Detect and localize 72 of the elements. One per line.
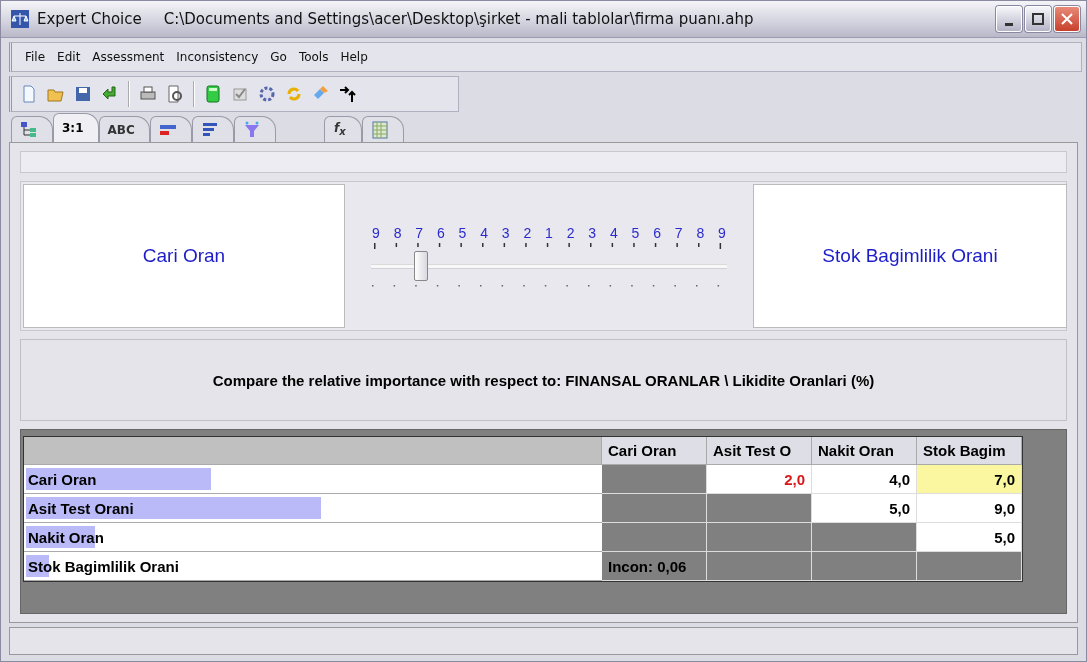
new-file-icon bbox=[20, 85, 38, 103]
value-cell[interactable]: 4,0 bbox=[812, 465, 917, 494]
menu-item[interactable]: Assessment bbox=[87, 48, 170, 66]
close-icon bbox=[1061, 13, 1073, 25]
tab[interactable]: f$_{x}$ bbox=[323, 116, 362, 142]
preview-icon bbox=[166, 85, 184, 103]
column-header: Stok Bagim bbox=[917, 437, 1022, 465]
tab[interactable] bbox=[149, 116, 192, 142]
row-label: Asit Test Orani bbox=[28, 499, 134, 517]
window-title: Expert Choice bbox=[37, 10, 142, 28]
maximize-icon bbox=[1032, 13, 1044, 25]
left-item-box: Cari Oran bbox=[23, 184, 345, 328]
scale-number: 3 bbox=[500, 225, 511, 241]
prompt-text: Compare the relative importance with respect to: FINANSAL ORANLAR \ Likidite Oranlari (%) bbox=[212, 371, 875, 389]
scale-number: 9 bbox=[717, 225, 727, 241]
tab[interactable]: ABC bbox=[98, 116, 150, 142]
menu-item[interactable]: Tools bbox=[293, 48, 334, 66]
refresh-icon bbox=[285, 85, 303, 103]
slider-thumb[interactable] bbox=[413, 251, 428, 281]
close-button[interactable] bbox=[1054, 6, 1080, 32]
file-path: C:\Documents and Settings\acer\Desktop\şirket - mali tablolar\firma puanı.ahp bbox=[163, 10, 754, 28]
scale-number: 3 bbox=[587, 225, 598, 241]
value-cell[interactable]: 7,0 bbox=[917, 465, 1022, 494]
column-header: Cari Oran bbox=[602, 437, 707, 465]
minimize-icon bbox=[1005, 22, 1013, 26]
scale-number: 5 bbox=[457, 225, 468, 241]
scale-number: 7 bbox=[414, 225, 425, 241]
row-label: Nakit Oran bbox=[28, 528, 104, 546]
minimize-button[interactable] bbox=[996, 6, 1022, 32]
maximize-button[interactable] bbox=[1025, 6, 1051, 32]
save-icon bbox=[74, 85, 92, 103]
menu-item[interactable]: Edit bbox=[52, 48, 86, 66]
scale-number: 8 bbox=[695, 225, 706, 241]
check-icon bbox=[231, 85, 249, 103]
scale-number: 7 bbox=[673, 225, 684, 241]
scale-number: 4 bbox=[479, 225, 489, 241]
scale-number: 6 bbox=[435, 225, 446, 241]
value-cell[interactable]: 5,0 bbox=[812, 494, 917, 523]
right-item-box: Stok Bagimlilik Orani bbox=[753, 184, 1067, 328]
inconsistency-cell: Incon: 0,06 bbox=[602, 552, 707, 581]
tab[interactable]: 3:1 bbox=[53, 113, 99, 142]
scale-number: 2 bbox=[565, 225, 576, 241]
row-label: Stok Bagimlilik Orani bbox=[28, 557, 179, 575]
scale-number: 9 bbox=[371, 225, 381, 241]
menu-item[interactable]: Help bbox=[335, 48, 373, 66]
value-cell[interactable]: 9,0 bbox=[917, 494, 1022, 523]
bar-chart-icon bbox=[200, 120, 219, 139]
tab[interactable] bbox=[11, 116, 53, 142]
arrows-icon bbox=[339, 85, 357, 103]
scale-number: 5 bbox=[630, 225, 641, 241]
grid-icon bbox=[370, 120, 389, 139]
column-header: Asit Test O bbox=[707, 437, 812, 465]
printer-icon bbox=[139, 85, 157, 103]
tree-icon bbox=[20, 120, 38, 139]
scale-number: 4 bbox=[608, 225, 619, 241]
app-icon bbox=[11, 10, 29, 28]
scale-number: 2 bbox=[522, 225, 533, 241]
column-header: Nakit Oran bbox=[812, 437, 917, 465]
menu-item[interactable]: Inconsistency bbox=[171, 48, 264, 66]
scale-number: 8 bbox=[392, 225, 403, 241]
tab[interactable] bbox=[233, 116, 276, 142]
row-label: Cari Oran bbox=[28, 470, 97, 488]
tab[interactable] bbox=[191, 116, 234, 142]
scale-number: 1 bbox=[544, 225, 554, 241]
value-cell[interactable]: 2,0 bbox=[707, 465, 812, 494]
scale-number: 6 bbox=[652, 225, 662, 241]
funnel-icon bbox=[242, 120, 261, 139]
menu-item[interactable]: Go bbox=[265, 48, 292, 66]
menu-item[interactable]: File bbox=[20, 48, 51, 66]
calculator-icon bbox=[204, 85, 222, 103]
tab[interactable] bbox=[361, 116, 404, 142]
value-cell[interactable]: 5,0 bbox=[917, 523, 1022, 552]
